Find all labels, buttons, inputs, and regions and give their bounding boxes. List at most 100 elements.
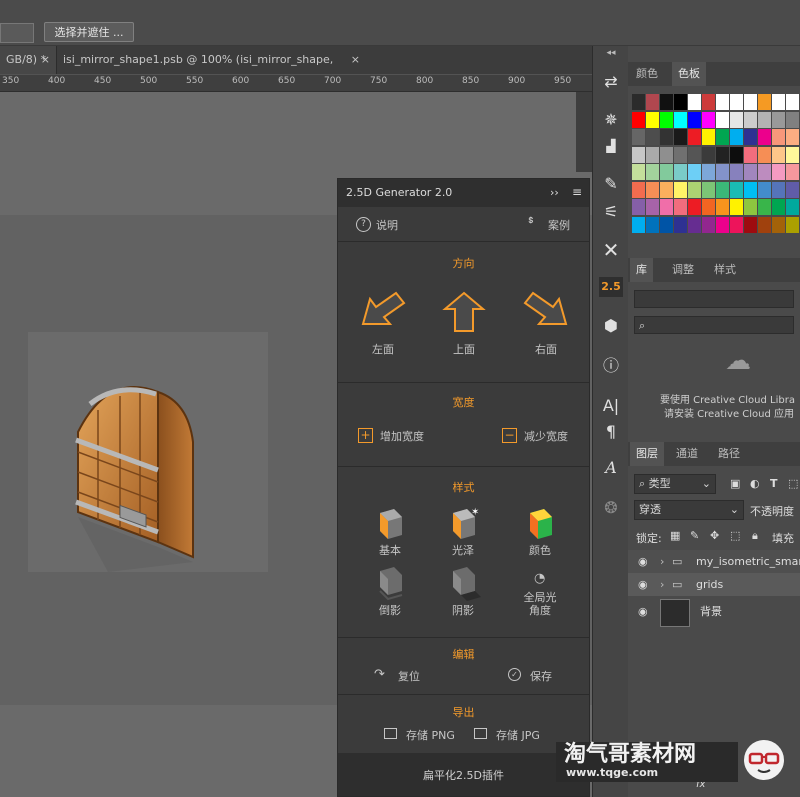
color-swatch[interactable] — [772, 181, 785, 198]
chevron-right-icon[interactable]: › — [660, 550, 664, 573]
color-swatch[interactable] — [646, 216, 659, 233]
filter-image-icon[interactable]: ▣ — [730, 477, 740, 490]
style-color-button[interactable]: 颜色 — [518, 507, 562, 561]
collapse-panels-icon[interactable]: ◂◂ — [593, 48, 629, 58]
color-swatch[interactable] — [716, 111, 729, 128]
color-swatch[interactable] — [744, 129, 757, 145]
color-swatch[interactable] — [730, 94, 743, 110]
histogram-icon[interactable]: ▟ — [599, 134, 623, 158]
color-swatch[interactable] — [646, 199, 659, 215]
tab-channels[interactable]: 通道 — [670, 442, 704, 466]
color-swatch[interactable] — [702, 111, 715, 128]
color-swatch[interactable] — [702, 216, 715, 233]
lock-all-icon[interactable]: 🔒︎ — [752, 529, 758, 543]
color-swatch[interactable] — [674, 216, 687, 233]
visibility-eye-icon[interactable]: ◉ — [638, 550, 648, 573]
layer-filter-select[interactable]: ⌕ 类型 ⌄ — [634, 474, 716, 494]
color-swatch[interactable] — [730, 129, 743, 145]
visibility-eye-icon[interactable]: ◉ — [638, 573, 648, 596]
layer-row[interactable]: ◉ 背景 — [628, 596, 800, 628]
color-swatch[interactable] — [702, 129, 715, 145]
color-swatch[interactable] — [646, 181, 659, 198]
document-tab-2[interactable]: isi_mirror_shape1.psb @ 100% (isi_mirror… — [56, 46, 366, 94]
select-and-mask-button[interactable]: 选择并遮住 ... — [44, 22, 134, 42]
color-swatch[interactable] — [786, 181, 799, 198]
color-swatch[interactable] — [730, 146, 743, 163]
color-swatch[interactable] — [674, 181, 687, 198]
brush-icon[interactable]: ✎ — [599, 172, 623, 196]
color-swatch[interactable] — [758, 111, 771, 128]
tools-cross-icon[interactable]: ✕ — [599, 238, 623, 262]
visibility-eye-icon[interactable]: ◉ — [638, 596, 648, 628]
3d-cube-icon[interactable]: ⬢ — [599, 314, 623, 338]
color-swatch[interactable] — [786, 129, 799, 145]
close-icon[interactable]: × — [41, 46, 50, 74]
color-swatch[interactable] — [786, 199, 799, 215]
color-swatch[interactable] — [632, 146, 645, 163]
color-swatch[interactable] — [772, 146, 785, 163]
color-swatch[interactable] — [688, 216, 701, 233]
close-icon[interactable]: × — [351, 46, 360, 74]
tool-option-button[interactable] — [0, 23, 34, 43]
color-swatch[interactable] — [730, 164, 743, 180]
style-reflection-button[interactable]: 倒影 — [368, 567, 412, 621]
color-swatch[interactable] — [744, 164, 757, 180]
color-swatch[interactable] — [730, 111, 743, 128]
filter-shape-icon[interactable]: ⬚ — [788, 477, 798, 490]
color-swatch[interactable] — [744, 199, 757, 215]
color-swatch[interactable] — [786, 146, 799, 163]
color-swatch[interactable] — [716, 94, 729, 110]
tab-paths[interactable]: 路径 — [712, 442, 746, 466]
paragraph-icon[interactable]: ¶ — [599, 420, 623, 444]
color-swatch[interactable] — [786, 111, 799, 128]
vertical-scrollbar[interactable] — [576, 92, 592, 172]
layer-row[interactable]: ◉ › ▭ my_isometric_smarti — [628, 550, 800, 573]
decrease-width-button[interactable]: − 减少宽度 — [502, 428, 587, 444]
color-swatch[interactable] — [660, 181, 673, 198]
tab-adjustments[interactable]: 调整 — [666, 258, 700, 282]
lock-transparent-icon[interactable]: ▦ — [670, 529, 680, 542]
color-swatch[interactable] — [660, 129, 673, 145]
library-search-input[interactable]: ⌕ — [634, 316, 794, 334]
color-swatch[interactable] — [772, 129, 785, 145]
chevron-right-icon[interactable]: › — [660, 573, 664, 596]
layer-row[interactable]: ◉ › ▭ grids — [628, 573, 800, 596]
color-swatch[interactable] — [744, 216, 757, 233]
color-swatch[interactable] — [702, 199, 715, 215]
color-swatch[interactable] — [674, 94, 687, 110]
document-tab-1[interactable]: GB/8) * × — [0, 46, 56, 74]
color-swatch[interactable] — [688, 94, 701, 110]
color-swatch[interactable] — [772, 216, 785, 233]
color-swatch[interactable] — [674, 199, 687, 215]
color-swatch[interactable] — [632, 216, 645, 233]
color-swatch[interactable] — [632, 94, 645, 110]
tab-styles[interactable]: 样式 — [708, 258, 742, 282]
color-swatch[interactable] — [632, 164, 645, 180]
style-shadow-button[interactable]: 阴影 — [441, 567, 485, 621]
color-swatch[interactable] — [716, 129, 729, 145]
color-swatch[interactable] — [646, 164, 659, 180]
filter-type-icon[interactable]: T — [770, 477, 778, 490]
filter-adjustment-icon[interactable]: ◐ — [750, 477, 760, 490]
direction-up-button[interactable]: 上面 — [439, 289, 489, 359]
color-swatch[interactable] — [646, 129, 659, 145]
history-icon[interactable]: ⇄ — [599, 70, 623, 94]
navigator-icon[interactable]: ✵ — [599, 108, 623, 132]
style-basic-button[interactable]: 基本 — [368, 507, 412, 561]
adjustments-icon[interactable]: ⚟ — [599, 200, 623, 224]
color-swatch[interactable] — [660, 164, 673, 180]
global-light-button[interactable]: ◔ 全局光 角度 — [514, 571, 566, 625]
tab-swatches[interactable]: 色板 — [672, 62, 706, 86]
color-swatch[interactable] — [660, 111, 673, 128]
color-swatch[interactable] — [716, 216, 729, 233]
lock-pixels-icon[interactable]: ✎ — [690, 529, 699, 542]
color-swatch[interactable] — [702, 164, 715, 180]
color-swatch[interactable] — [702, 181, 715, 198]
color-swatch[interactable] — [758, 181, 771, 198]
library-dropdown[interactable] — [634, 290, 794, 308]
color-swatch[interactable] — [674, 164, 687, 180]
color-swatch[interactable] — [688, 129, 701, 145]
color-swatch[interactable] — [772, 94, 785, 110]
color-swatch[interactable] — [702, 94, 715, 110]
color-swatch[interactable] — [646, 111, 659, 128]
